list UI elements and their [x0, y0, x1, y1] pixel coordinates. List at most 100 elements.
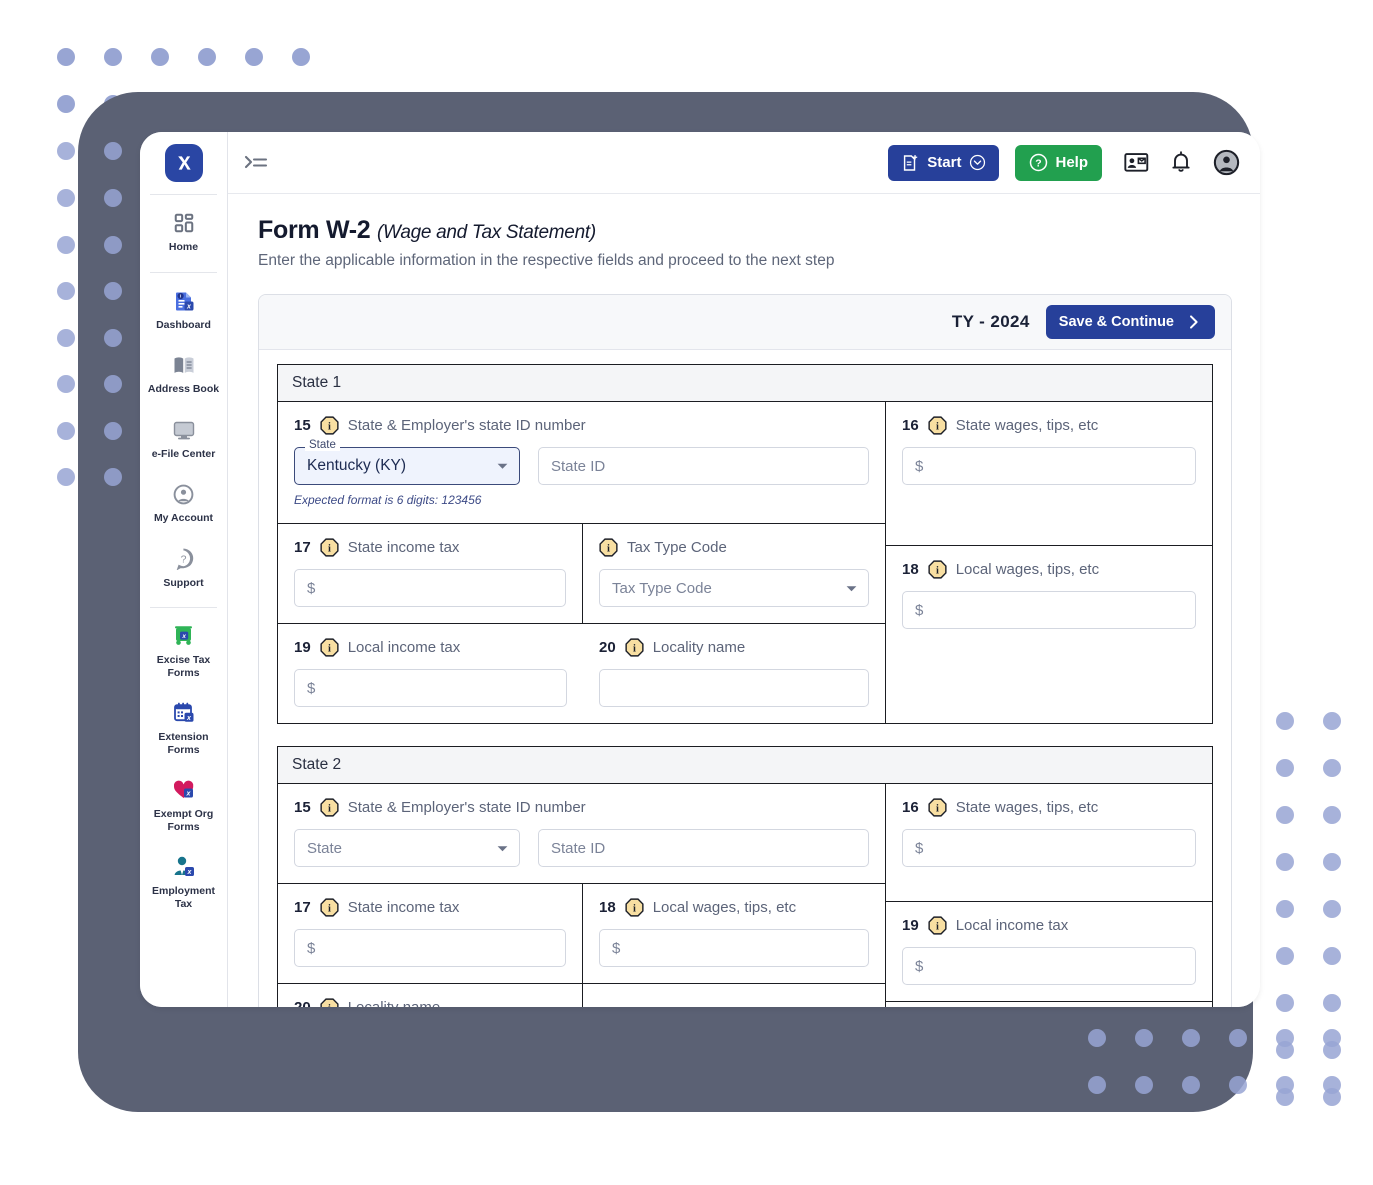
user-circle-icon [172, 481, 195, 507]
local-wages-input[interactable] [599, 929, 869, 967]
field-number: 20 [599, 639, 616, 656]
start-button-label: Start [927, 154, 962, 171]
svg-text:i: i [328, 422, 331, 433]
sidebar-item-home[interactable]: Home [140, 199, 227, 264]
state-1-tax-type-code: i Tax Type Code Tax Type Code [583, 524, 885, 623]
sidebar-group-main: i x Dashboard Address Book e-File Center… [140, 273, 227, 608]
locality-name-input[interactable] [599, 669, 869, 707]
tax-type-code-label-row: i Tax Type Code [599, 538, 869, 557]
info-icon[interactable]: i [625, 638, 644, 657]
state-2-field-19: 19 i Local income tax [886, 902, 1212, 1002]
sidebar-group-forms: x Excise Tax Forms x Extension Forms x E… [140, 608, 227, 928]
field-label: Locality name [652, 639, 746, 656]
state-2-field-17: 17 i State income tax [278, 884, 583, 983]
info-icon[interactable]: i [928, 798, 947, 817]
address-book-icon [172, 352, 196, 378]
question-balloon-icon: ? [172, 546, 195, 572]
sidebar: Home i x Dashboard Address Book e-File C… [140, 132, 228, 1007]
sidebar-item-efile-center[interactable]: e-File Center [140, 406, 227, 471]
state-1-row-19: 19 i Local income tax $ 20 i Locality na… [278, 624, 885, 723]
info-icon[interactable]: i [928, 416, 947, 435]
state-1-field-20: 20 i Locality name [583, 624, 885, 723]
state-wages-input[interactable] [902, 447, 1196, 485]
sidebar-item-support[interactable]: ? Support [140, 535, 227, 600]
menu-collapse-icon[interactable] [244, 151, 270, 175]
info-icon[interactable]: i [320, 416, 339, 435]
info-icon[interactable]: i [320, 638, 339, 657]
field-number: 19 [902, 917, 919, 934]
state-2-row-20: 20 i Locality name [278, 984, 885, 1007]
app-logo[interactable] [140, 132, 227, 194]
decorative-dot [57, 328, 75, 347]
contact-card-icon[interactable] [1124, 152, 1149, 173]
info-icon[interactable]: i [599, 538, 618, 557]
field-15-label-row: 15 i State & Employer's state ID number [294, 416, 869, 435]
info-icon[interactable]: i [928, 560, 947, 579]
local-income-tax-input[interactable] [902, 947, 1196, 985]
local-wages-input[interactable] [902, 591, 1196, 629]
sidebar-item-my-account[interactable]: My Account [140, 470, 227, 535]
decorative-dot [1276, 994, 1294, 1012]
sidebar-item-exempt-org-forms[interactable]: x Exempt Org Forms [140, 766, 227, 843]
sidebar-item-address-book[interactable]: Address Book [140, 341, 227, 406]
field-20-label-row: 20 i Locality name [599, 638, 869, 657]
svg-text:i: i [179, 293, 180, 298]
state-id-input[interactable] [538, 829, 869, 867]
state-income-tax-input[interactable] [294, 569, 566, 607]
field-18-label-row: 18 i Local wages, tips, etc [599, 898, 869, 917]
monitor-icon [172, 417, 196, 443]
help-button[interactable]: ? Help [1015, 144, 1102, 181]
state-1-right-column: 16 i State wages, tips, etc $ 18 i Local… [886, 402, 1212, 723]
decorative-dot [292, 48, 310, 66]
sidebar-item-label: Extension Forms [158, 731, 209, 756]
state-id-format-hint: Expected format is 6 digits: 123456 [294, 493, 482, 507]
sidebar-item-employment-tax[interactable]: x Employment Tax [140, 843, 227, 920]
state-2-block: State 2 15 i State & Employer's state ID… [277, 746, 1213, 1007]
state-select[interactable]: State [294, 829, 520, 867]
field-label: Local wages, tips, etc [955, 561, 1100, 578]
state-2-empty-cell [583, 984, 885, 1007]
field-19-label-row: 19 i Local income tax [902, 916, 1196, 935]
state-1-field-19: 19 i Local income tax [278, 624, 583, 723]
sidebar-item-label: e-File Center [151, 447, 216, 460]
decorative-dot [1323, 853, 1341, 871]
state-1-left-column: 15 i State & Employer's state ID number [278, 402, 886, 723]
state-wages-input[interactable] [902, 829, 1196, 867]
decorative-dot [57, 421, 75, 440]
decorative-dot [1276, 1088, 1294, 1106]
help-button-label: Help [1055, 154, 1088, 171]
chevron-down-icon [497, 457, 508, 475]
decorative-dot [1323, 712, 1341, 730]
page-title-main: Form W-2 [258, 216, 371, 244]
field-16-label-row: 16 i State wages, tips, etc [902, 416, 1196, 435]
info-icon[interactable]: i [320, 798, 339, 817]
field-label: State income tax [347, 899, 460, 916]
field-label: State wages, tips, etc [955, 417, 1099, 434]
start-button[interactable]: Start [888, 144, 1000, 181]
state-id-input[interactable] [538, 447, 869, 485]
sidebar-item-extension-forms[interactable]: x Extension Forms [140, 689, 227, 766]
info-icon[interactable]: i [625, 898, 644, 917]
bell-icon[interactable] [1171, 151, 1191, 174]
decorative-dot [1323, 1088, 1341, 1106]
state-select[interactable]: Kentucky (KY) [294, 447, 520, 485]
state-income-tax-input[interactable] [294, 929, 566, 967]
save-and-continue-button[interactable]: Save & Continue [1045, 305, 1215, 339]
app-window: Home i x Dashboard Address Book e-File C… [140, 132, 1260, 1007]
sidebar-item-dashboard[interactable]: i x Dashboard [140, 277, 227, 342]
tax-type-code-select[interactable]: Tax Type Code [599, 569, 869, 607]
topbar: Start ? Help [228, 132, 1260, 194]
svg-text:i: i [328, 804, 331, 815]
info-icon[interactable]: i [928, 916, 947, 935]
info-icon[interactable]: i [320, 898, 339, 917]
local-income-tax-input[interactable] [294, 669, 567, 707]
info-icon[interactable]: i [320, 538, 339, 557]
person-tie-icon: x [171, 854, 197, 880]
decorative-dot [151, 48, 169, 66]
decorative-dot [57, 375, 75, 393]
field-number: 17 [294, 539, 311, 556]
info-icon[interactable]: i [320, 998, 339, 1007]
user-account-icon[interactable] [1213, 149, 1240, 176]
decorative-dot [1276, 759, 1294, 777]
sidebar-item-excise-tax-forms[interactable]: x Excise Tax Forms [140, 612, 227, 689]
